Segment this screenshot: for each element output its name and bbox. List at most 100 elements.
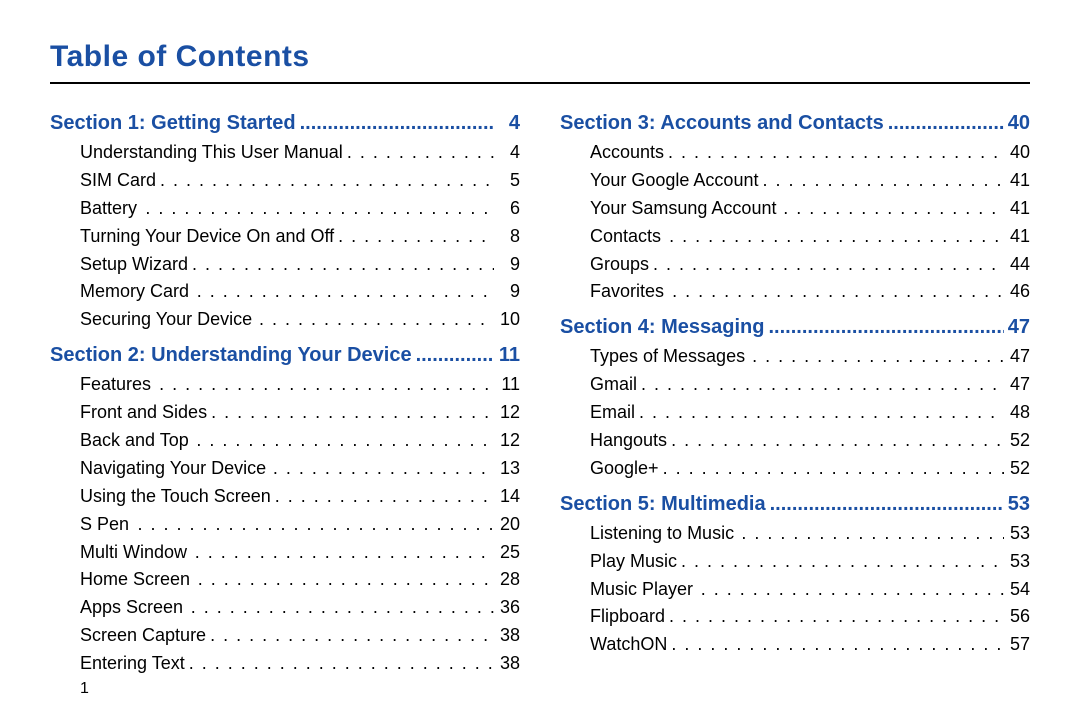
toc-column-right: Section 3: Accounts and Contacts40Accoun… [560,102,1030,678]
leader-dots [145,195,494,223]
leader-dots [668,139,1004,167]
toc-item-label: Memory Card [80,278,189,306]
leader-dots [273,455,494,483]
toc-item[interactable]: WatchON57 [560,631,1030,659]
toc-page-number: 40 [1006,108,1030,139]
toc-item[interactable]: Securing Your Device10 [50,306,520,334]
toc-page-number: 5 [496,167,520,195]
toc-item-label: SIM Card [80,167,156,195]
toc-item[interactable]: SIM Card 5 [50,167,520,195]
toc-item[interactable]: Types of Messages47 [560,343,1030,371]
toc-item[interactable]: Hangouts52 [560,427,1030,455]
toc-page-number: 8 [496,223,520,251]
toc-item-label: Accounts [590,139,664,167]
toc-page-number: 46 [1006,278,1030,306]
leader-dots [300,108,494,139]
toc-item[interactable]: Entering Text 38 [50,650,520,678]
toc-item[interactable]: Navigating Your Device13 [50,455,520,483]
toc-item-label: Contacts [590,223,661,251]
leader-dots [741,520,1004,548]
toc-page-number: 25 [496,539,520,567]
toc-item-label: Turning Your Device On and Off [80,223,334,251]
toc-section-label: Section 3: Accounts and Contacts [560,108,884,139]
toc-page-number: 38 [496,650,520,678]
toc-item-label: Entering Text [80,650,185,678]
leader-dots [681,548,1004,576]
toc-page-number: 36 [496,594,520,622]
toc-item-label: Music Player [590,576,693,604]
toc-item[interactable]: Battery6 [50,195,520,223]
toc-item[interactable]: Apps Screen36 [50,594,520,622]
toc-section-label: Section 4: Messaging [560,312,765,343]
page-number: 1 [80,680,89,698]
toc-item[interactable]: Understanding This User Manual4 [50,139,520,167]
toc-item[interactable]: Listening to Music53 [560,520,1030,548]
toc-item-label: Types of Messages [590,343,745,371]
toc-item-label: Front and Sides [80,399,207,427]
toc-page-number: 10 [496,306,520,334]
toc-section-label: Section 1: Getting Started [50,108,296,139]
toc-item-label: Groups [590,251,649,279]
toc-page-number: 54 [1006,576,1030,604]
leader-dots [196,427,494,455]
leader-dots [701,576,1004,604]
toc-column-left: Section 1: Getting Started4Understanding… [50,102,520,678]
toc-section[interactable]: Section 3: Accounts and Contacts 40 [560,108,1030,139]
toc-section[interactable]: Section 5: Multimedia 53 [560,489,1030,520]
toc-item[interactable]: Multi Window25 [50,539,520,567]
toc-item[interactable]: Music Player 54 [560,576,1030,604]
toc-item-label: Gmail [590,371,637,399]
toc-item-label: S Pen [80,511,129,539]
toc-item[interactable]: Favorites 46 [560,278,1030,306]
toc-item[interactable]: Memory Card9 [50,278,520,306]
toc-item[interactable]: Features11 [50,371,520,399]
toc-item[interactable]: Setup Wizard9 [50,251,520,279]
toc-page-number: 11 [496,371,520,399]
toc-item[interactable]: Play Music53 [560,548,1030,576]
toc-item[interactable]: Turning Your Device On and Off 8 [50,223,520,251]
toc-page-number: 4 [496,139,520,167]
leader-dots [888,108,1004,139]
toc-section[interactable]: Section 2: Understanding Your Device11 [50,340,520,371]
toc-item-label: Navigating Your Device [80,455,266,483]
toc-item[interactable]: Contacts41 [560,223,1030,251]
toc-item[interactable]: Using the Touch Screen14 [50,483,520,511]
toc-section[interactable]: Section 1: Getting Started4 [50,108,520,139]
toc-page-number: 41 [1006,167,1030,195]
toc-section[interactable]: Section 4: Messaging 47 [560,312,1030,343]
toc-page-number: 53 [1006,489,1030,520]
toc-item[interactable]: Back and Top12 [50,427,520,455]
leader-dots [770,489,1004,520]
toc-columns: Section 1: Getting Started4Understanding… [50,102,1030,678]
toc-item[interactable]: Accounts 40 [560,139,1030,167]
toc-item[interactable]: S Pen20 [50,511,520,539]
toc-item[interactable]: Google+52 [560,455,1030,483]
toc-page-number: 12 [496,399,520,427]
toc-item-label: Back and Top [80,427,189,455]
toc-page-number: 40 [1006,139,1030,167]
toc-item[interactable]: Your Google Account41 [560,167,1030,195]
toc-item-label: Favorites [590,278,664,306]
toc-item[interactable]: Front and Sides 12 [50,399,520,427]
toc-item[interactable]: Groups44 [560,251,1030,279]
toc-item-label: Screen Capture [80,622,206,650]
toc-item[interactable]: Home Screen28 [50,566,520,594]
toc-page-number: 9 [496,251,520,279]
toc-item-label: WatchON [590,631,667,659]
leader-dots [672,278,1004,306]
toc-section-label: Section 5: Multimedia [560,489,766,520]
page-title: Table of Contents [50,40,1030,74]
toc-item-label: Your Samsung Account [590,195,776,223]
toc-item[interactable]: Email48 [560,399,1030,427]
toc-item[interactable]: Your Samsung Account41 [560,195,1030,223]
toc-item[interactable]: Gmail47 [560,371,1030,399]
leader-dots [192,251,494,279]
toc-page-number: 47 [1006,312,1030,343]
leader-dots [347,139,494,167]
toc-item[interactable]: Screen Capture38 [50,622,520,650]
toc-item-label: Flipboard [590,603,665,631]
toc-page-number: 28 [496,566,520,594]
leader-dots [197,278,494,306]
toc-item[interactable]: Flipboard56 [560,603,1030,631]
leader-dots [663,455,1004,483]
